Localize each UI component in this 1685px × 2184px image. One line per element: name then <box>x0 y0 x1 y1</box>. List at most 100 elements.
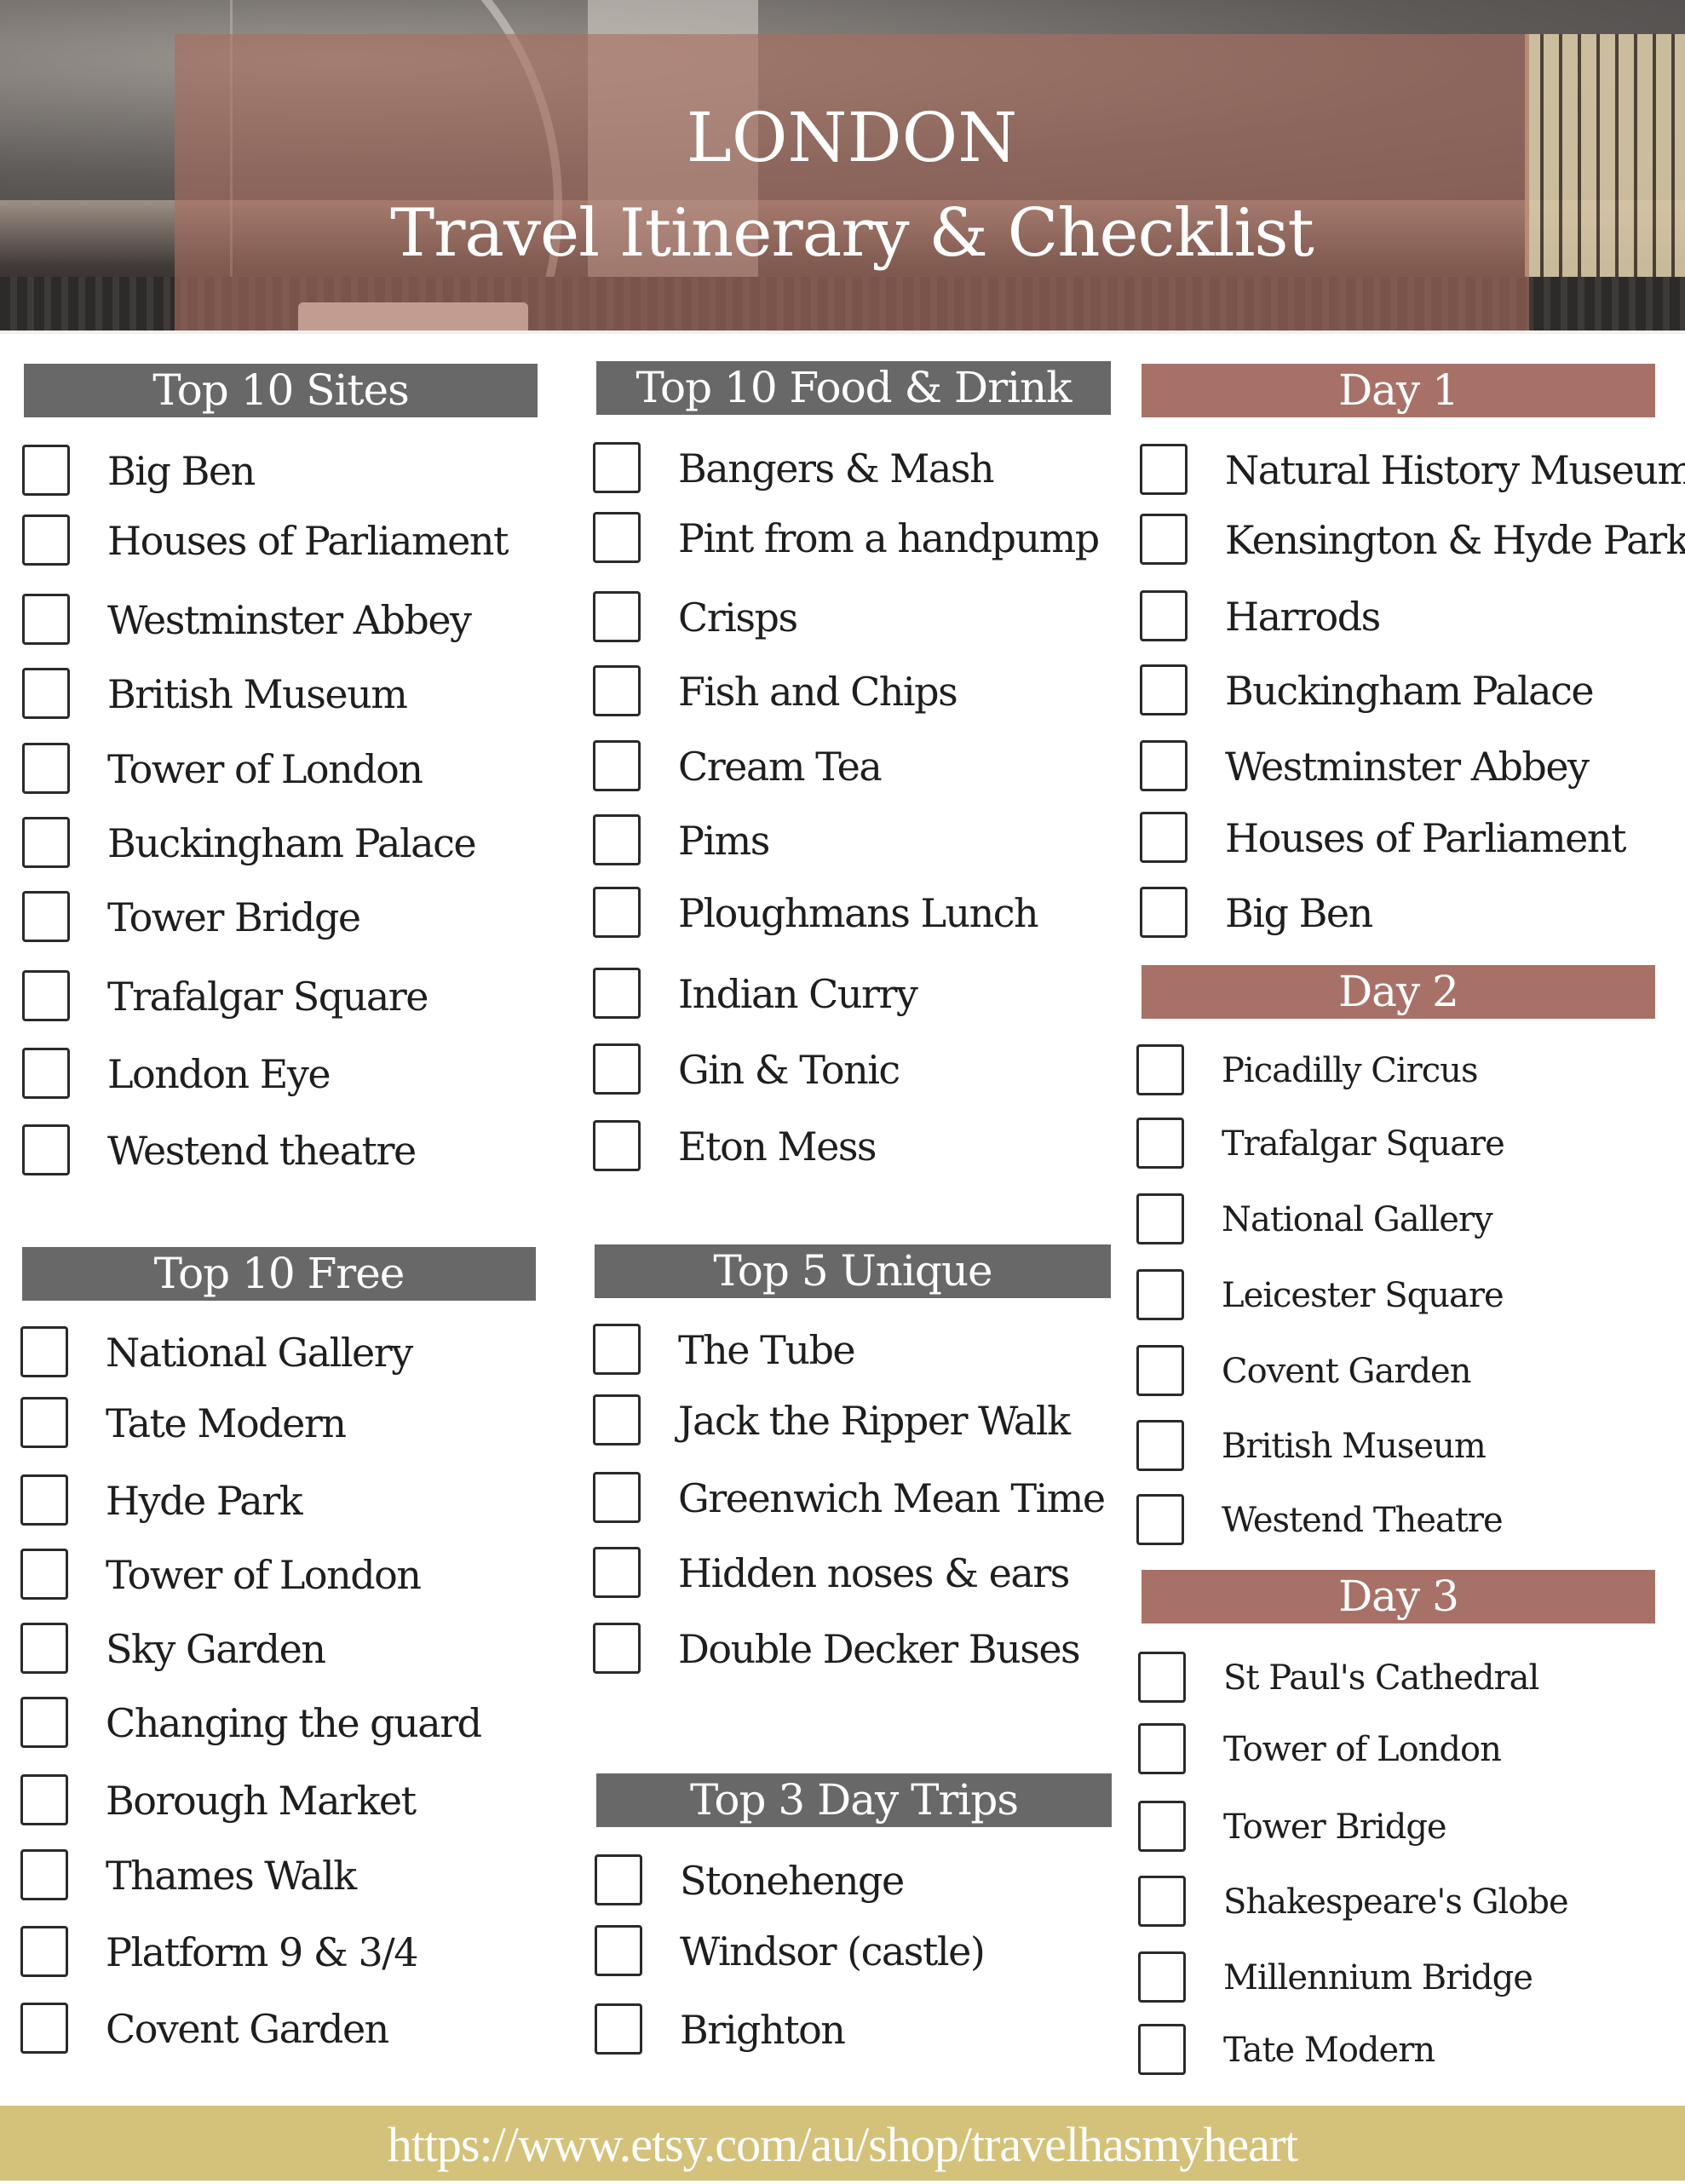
checklist-item[interactable]: Thames Walk <box>20 1849 543 1902</box>
checklist-item[interactable]: Brighton <box>595 2003 1119 2056</box>
checkbox[interactable] <box>22 594 70 645</box>
checkbox[interactable] <box>1138 1652 1186 1703</box>
checkbox[interactable] <box>593 1394 641 1445</box>
checkbox[interactable] <box>1138 2024 1186 2075</box>
checkbox[interactable] <box>1140 812 1188 863</box>
checklist-item[interactable]: Millennium Bridge <box>1138 1951 1660 2004</box>
checklist-item[interactable]: Tower of London <box>22 743 544 796</box>
checkbox[interactable] <box>593 1547 641 1598</box>
checklist-item[interactable]: Platform 9 & 3/4 <box>20 1926 543 1979</box>
checkbox[interactable] <box>1140 590 1188 641</box>
checklist-item[interactable]: Trafalgar Square <box>1136 1118 1659 1170</box>
checklist-item[interactable]: Covent Garden <box>1136 1345 1659 1398</box>
checklist-item[interactable]: Tower Bridge <box>1138 1801 1660 1854</box>
checkbox[interactable] <box>1140 444 1188 495</box>
checklist-item[interactable]: Tower of London <box>1138 1723 1660 1776</box>
checklist-item[interactable]: Gin & Tonic <box>593 1043 1116 1096</box>
checkbox[interactable] <box>1136 1044 1184 1095</box>
checkbox[interactable] <box>593 442 641 493</box>
checklist-item[interactable]: Double Decker Buses <box>593 1623 1118 1675</box>
checklist-item[interactable]: Hidden noses & ears <box>593 1547 1118 1600</box>
checkbox[interactable] <box>20 1623 68 1674</box>
checklist-item[interactable]: Buckingham Palace <box>22 817 544 870</box>
checkbox[interactable] <box>20 2003 68 2054</box>
checkbox[interactable] <box>1138 1723 1186 1774</box>
checklist-item[interactable]: National Gallery <box>20 1326 543 1379</box>
checklist-item[interactable]: Indian Curry <box>593 968 1116 1020</box>
checkbox[interactable] <box>20 1326 68 1377</box>
checklist-item[interactable]: Sky Garden <box>20 1623 543 1675</box>
checklist-item[interactable]: Westminster Abbey <box>22 594 544 647</box>
checkbox[interactable] <box>593 1472 641 1523</box>
checklist-item[interactable]: Houses of Parliament <box>22 514 544 567</box>
checklist-item[interactable]: Westend theatre <box>22 1124 544 1177</box>
checklist-item[interactable]: Eton Mess <box>593 1120 1116 1173</box>
checklist-item[interactable]: Ploughmans Lunch <box>593 887 1116 940</box>
checklist-item[interactable]: Stonehenge <box>595 1854 1119 1907</box>
checklist-item[interactable]: Jack the Ripper Walk <box>593 1394 1118 1447</box>
checklist-item[interactable]: Leicester Square <box>1136 1269 1659 1322</box>
checkbox[interactable] <box>20 1474 68 1526</box>
checklist-item[interactable]: Hyde Park <box>20 1474 543 1527</box>
checkbox[interactable] <box>22 1124 70 1175</box>
checklist-item[interactable]: Big Ben <box>1140 887 1662 940</box>
checkbox[interactable] <box>1136 1494 1184 1545</box>
checkbox[interactable] <box>1136 1345 1184 1396</box>
checklist-item[interactable]: Borough Market <box>20 1774 543 1827</box>
checklist-item[interactable]: Changing the guard <box>20 1697 543 1750</box>
checklist-item[interactable]: British Museum <box>22 668 544 721</box>
checkbox[interactable] <box>1140 887 1188 938</box>
checkbox[interactable] <box>22 817 70 868</box>
checklist-item[interactable]: Windsor (castle) <box>595 1925 1119 1978</box>
checkbox[interactable] <box>22 514 70 566</box>
checklist-item[interactable]: Pims <box>593 814 1116 867</box>
checkbox[interactable] <box>595 1925 642 1976</box>
shop-url-link[interactable]: https://www.etsy.com/au/shop/travelhasmy… <box>0 2106 1685 2184</box>
checkbox[interactable] <box>593 887 641 938</box>
checkbox[interactable] <box>595 2003 642 2055</box>
checklist-item[interactable]: Tate Modern <box>20 1397 543 1450</box>
checkbox[interactable] <box>593 665 641 716</box>
checkbox[interactable] <box>593 1043 641 1095</box>
checklist-item[interactable]: Big Ben <box>22 445 544 497</box>
checkbox[interactable] <box>1140 514 1188 565</box>
checklist-item[interactable]: Shakespeare's Globe <box>1138 1876 1660 1928</box>
checkbox[interactable] <box>593 512 641 563</box>
checkbox[interactable] <box>593 1324 641 1375</box>
checkbox[interactable] <box>20 1926 68 1977</box>
checkbox[interactable] <box>1138 1801 1186 1852</box>
checklist-item[interactable]: Bangers & Mash <box>593 442 1116 495</box>
checklist-item[interactable]: London Eye <box>22 1048 544 1101</box>
checklist-item[interactable]: Tower Bridge <box>22 891 544 944</box>
checklist-item[interactable]: Westminster Abbey <box>1140 740 1662 793</box>
checklist-item[interactable]: Natural History Museum <box>1140 444 1685 497</box>
checkbox[interactable] <box>22 1048 70 1099</box>
checkbox[interactable] <box>593 968 641 1019</box>
checkbox[interactable] <box>20 1697 68 1748</box>
checkbox[interactable] <box>1138 1951 1186 2003</box>
checklist-item[interactable]: Buckingham Palace <box>1140 664 1662 717</box>
checkbox[interactable] <box>593 1623 641 1674</box>
checkbox[interactable] <box>1136 1193 1184 1244</box>
checklist-item[interactable]: Westend Theatre <box>1136 1494 1659 1547</box>
checkbox[interactable] <box>593 1120 641 1171</box>
checklist-item[interactable]: Covent Garden <box>20 2003 543 2055</box>
checkbox[interactable] <box>20 1774 68 1825</box>
checkbox[interactable] <box>22 445 70 496</box>
checklist-item[interactable]: Pint from a handpump <box>593 512 1116 565</box>
checkbox[interactable] <box>22 668 70 719</box>
checkbox[interactable] <box>20 1397 68 1448</box>
checklist-item[interactable]: National Gallery <box>1136 1193 1659 1246</box>
checkbox[interactable] <box>22 891 70 942</box>
checkbox[interactable] <box>1138 1876 1186 1927</box>
checklist-item[interactable]: Cream Tea <box>593 740 1116 793</box>
checklist-item[interactable]: Houses of Parliament <box>1140 812 1662 865</box>
checkbox[interactable] <box>1136 1269 1184 1320</box>
checklist-item[interactable]: Picadilly Circus <box>1136 1044 1659 1097</box>
checklist-item[interactable]: Trafalgar Square <box>22 970 544 1023</box>
checklist-item[interactable]: Fish and Chips <box>593 665 1116 718</box>
checkbox[interactable] <box>20 1549 68 1600</box>
checklist-item[interactable]: Harrods <box>1140 590 1662 643</box>
checkbox[interactable] <box>593 591 641 642</box>
checklist-item[interactable]: Kensington & Hyde Parks <box>1140 514 1685 566</box>
